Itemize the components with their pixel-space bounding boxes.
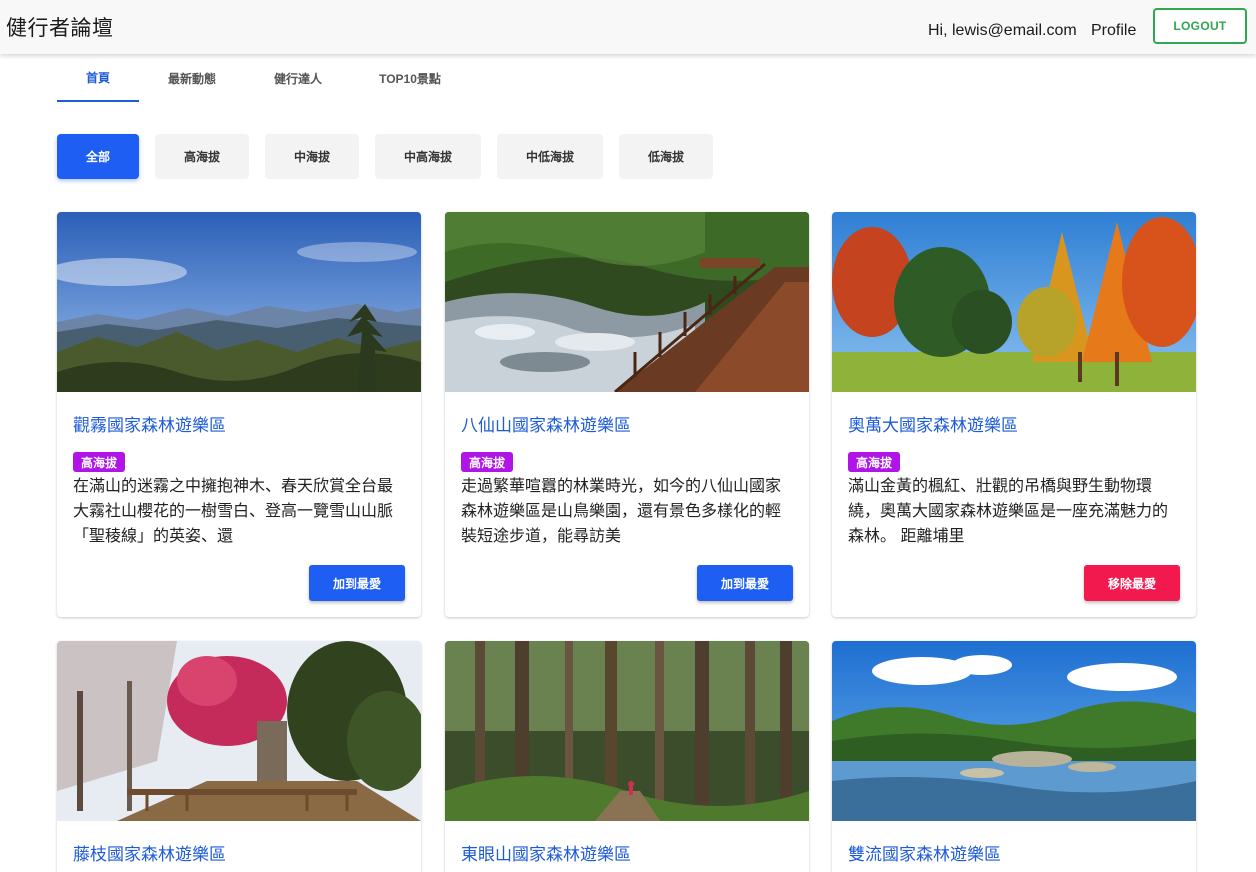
card-image[interactable] — [445, 641, 809, 821]
user-greeting: Hi, lewis@email.com — [928, 22, 1077, 39]
tab-top10-spots[interactable]: TOP10景點 — [370, 62, 450, 102]
card-description: 走過繁華喧囂的林業時光，如今的八仙山國家森林遊樂區是山鳥樂園，還有景色多樣化的輕… — [461, 478, 782, 545]
card-image[interactable] — [57, 212, 421, 392]
card-image[interactable] — [445, 212, 809, 392]
remove-favorite-button[interactable]: 移除最愛 — [1084, 565, 1180, 601]
add-favorite-button[interactable]: 加到最愛 — [309, 565, 405, 601]
filter-high-altitude[interactable]: 高海拔 — [155, 134, 249, 179]
card-baxianshan: 八仙山國家森林遊樂區 高海拔 走過繁華喧囂的林業時光，如今的八仙山國家森林遊樂區… — [445, 212, 809, 617]
add-favorite-button[interactable]: 加到最愛 — [697, 565, 793, 601]
app-bar: 健行者論壇 Hi, lewis@email.com Profile LOGOUT — [0, 0, 1256, 54]
card-title[interactable]: 雙流國家森林遊樂區 — [848, 840, 1001, 865]
altitude-badge: 高海拔 — [848, 452, 901, 472]
profile-link[interactable]: Profile — [1091, 22, 1136, 40]
card-tengzhi: 藤枝國家森林遊樂區 — [57, 641, 421, 872]
card-guanwu: 觀霧國家森林遊樂區 高海拔 在滿山的迷霧之中擁抱神木、春天欣賞全台最大霧社山櫻花… — [57, 212, 421, 617]
tab-home[interactable]: 首頁 — [57, 62, 139, 102]
card-title[interactable]: 奧萬大國家森林遊樂區 — [848, 411, 1018, 436]
tab-latest-news[interactable]: 最新動態 — [151, 62, 233, 102]
card-image[interactable] — [57, 641, 421, 821]
card-aowanda: 奧萬大國家森林遊樂區 高海拔 滿山金黃的楓紅、壯觀的吊橋與野生動物環繞，奧萬大國… — [832, 212, 1196, 617]
card-dongyanshan: 東眼山國家森林遊樂區 — [445, 641, 809, 872]
card-image[interactable] — [832, 641, 1196, 821]
card-title[interactable]: 觀霧國家森林遊樂區 — [73, 411, 226, 436]
tab-hiking-experts[interactable]: 健行達人 — [257, 62, 339, 102]
filter-mid-high-altitude[interactable]: 中高海拔 — [375, 134, 481, 179]
filter-low-altitude[interactable]: 低海拔 — [619, 134, 713, 179]
card-title[interactable]: 東眼山國家森林遊樂區 — [461, 840, 631, 865]
card-image[interactable] — [832, 212, 1196, 392]
filter-all[interactable]: 全部 — [57, 134, 139, 179]
altitude-badge: 高海拔 — [73, 452, 126, 472]
altitude-badge: 高海拔 — [461, 452, 514, 472]
card-description: 滿山金黃的楓紅、壯觀的吊橋與野生動物環繞，奧萬大國家森林遊樂區是一座充滿魅力的森… — [848, 478, 1169, 545]
card-shuangliu: 雙流國家森林遊樂區 — [832, 641, 1196, 872]
card-title[interactable]: 八仙山國家森林遊樂區 — [461, 411, 631, 436]
site-title: 健行者論壇 — [6, 17, 114, 40]
filter-mid-low-altitude[interactable]: 中低海拔 — [497, 134, 603, 179]
card-description: 在滿山的迷霧之中擁抱神木、春天欣賞全台最大霧社山櫻花的一樹雪白、登高一覽雪山山脈… — [73, 478, 394, 545]
logout-button[interactable]: LOGOUT — [1153, 8, 1247, 44]
card-title[interactable]: 藤枝國家森林遊樂區 — [73, 840, 226, 865]
filter-mid-altitude[interactable]: 中海拔 — [265, 134, 359, 179]
